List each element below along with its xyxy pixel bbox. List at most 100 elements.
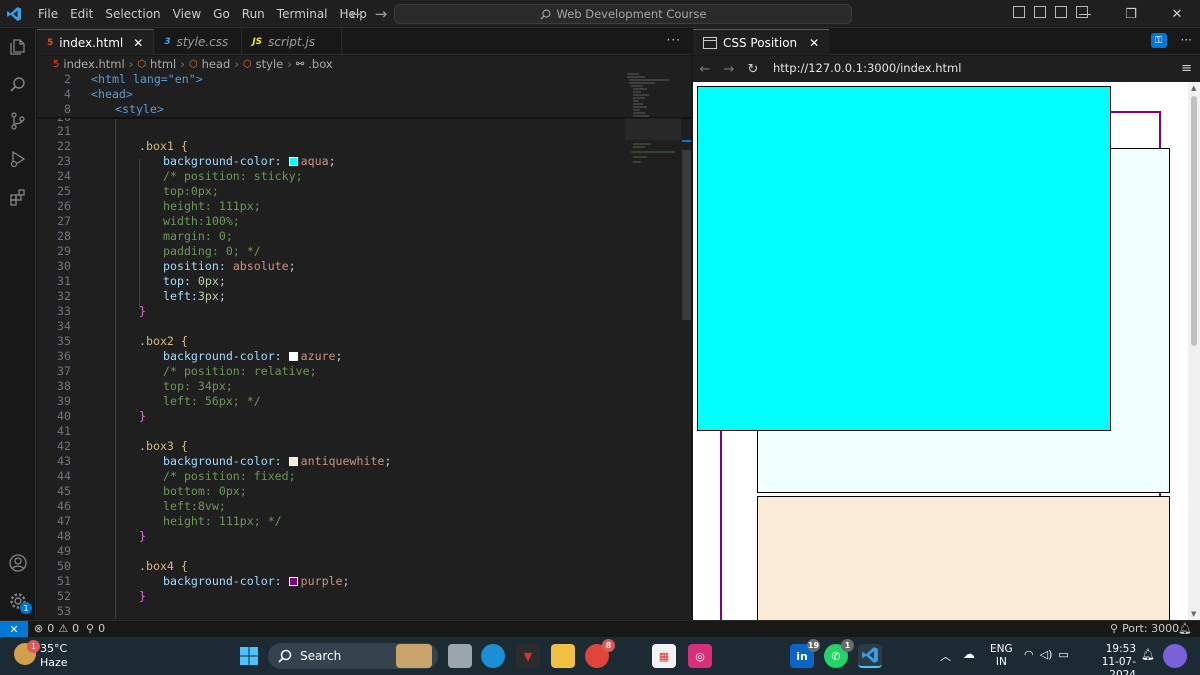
system-tray[interactable]: ◠ ◁) ▭ [1024,648,1069,661]
code-line[interactable]: 39 left: 56px; */ [37,394,637,409]
code-line[interactable]: 53 [37,604,637,619]
scroll-up-icon[interactable]: ▲ [1191,84,1196,92]
code-line[interactable]: 45 bottom: 0px; [37,484,637,499]
taskbar-search[interactable]: Search [268,643,438,669]
breadcrumb-item[interactable]: head [202,57,231,71]
source-control-icon[interactable] [6,109,30,133]
search-view-icon[interactable] [6,73,30,97]
preview-viewport[interactable] [693,82,1188,620]
live-server-port[interactable]: ⚲ Port: 3000 [1110,622,1179,635]
code-line[interactable]: 27 width:100%; [37,214,637,229]
color-swatch-antiquewhite[interactable] [288,457,298,466]
code-line[interactable]: 22 .box1 { [37,139,637,154]
code-line[interactable]: 33} [37,304,637,319]
code-line[interactable]: 42 .box3 { [37,439,637,454]
code-line[interactable]: 31 top: 0px; [37,274,637,289]
run-debug-icon[interactable] [6,147,30,171]
toggle-primary-sidebar-icon[interactable] [1013,6,1025,18]
forward-arrow-icon[interactable]: → [717,62,741,77]
minimize-button[interactable]: — [1062,0,1108,28]
extensions-icon[interactable] [6,185,30,209]
code-line[interactable]: 41 [37,424,637,439]
code-line[interactable]: 20 [37,118,637,122]
code-line[interactable]: 48} [37,529,637,544]
accounts-icon[interactable] [6,551,30,575]
menu-terminal[interactable]: Terminal [271,0,334,28]
code-line[interactable]: 30 position: absolute; [37,259,637,274]
instagram-icon[interactable]: ◎ [688,644,712,668]
code-line[interactable]: 46 left:8vw; [37,499,637,514]
tab-index-html[interactable]: 5 index.html ✕ [37,29,155,55]
manage-gear-icon[interactable]: 1 [6,589,32,614]
sticky-line[interactable]: 2 <html lang="en"> [37,72,637,87]
code-line[interactable]: 52} [37,589,637,604]
code-line[interactable]: 23 background-color: aqua; [37,154,637,169]
language-indicator[interactable]: ENG IN [990,643,1013,669]
code-line[interactable]: 29 padding: 0; */ [37,244,637,259]
tab-css-position[interactable]: CSS Position ✕ [693,29,830,55]
chevron-up-icon[interactable]: ︿ [940,648,951,664]
linkedin-icon[interactable]: in 19 [790,639,820,668]
code-line[interactable]: 35 .box2 { [37,334,637,349]
code-line[interactable]: 37/* position: relative; [37,364,637,379]
code-editor[interactable]: 2<html lang="en"> 4<head> 8<style> 20 21… [37,72,691,620]
menu-edit[interactable]: Edit [64,0,99,28]
weather-widget[interactable]: 35°C Haze [40,642,68,670]
command-center-search[interactable]: Web Development Course [394,4,852,24]
color-swatch-azure[interactable] [288,352,298,361]
sticky-line[interactable]: 8 <style> [37,102,637,117]
menu-go[interactable]: Go [207,0,236,28]
breadcrumb-item[interactable]: html [150,57,176,71]
color-swatch-aqua[interactable] [288,157,298,166]
close-tab-icon[interactable]: ✕ [809,36,819,50]
sticky-line[interactable]: 4 <head> [37,87,637,102]
chrome-browser-icon[interactable]: 8 [585,639,615,668]
code-line[interactable]: 25 top:0px; [37,184,637,199]
network-off-icon[interactable]: ☁︎ [963,647,975,661]
code-line[interactable]: 36 background-color: azure; [37,349,637,364]
problems-indicator[interactable]: ⊗ 0 ⚠ 0 [34,622,79,635]
tab-script-js[interactable]: JS script.js [242,29,343,55]
more-actions-icon[interactable]: ··· [1181,33,1192,48]
preview-scrollbar-thumb[interactable] [1191,96,1197,346]
url-input[interactable]: http://127.0.0.1:3000/index.html [773,61,961,75]
restore-button[interactable]: ❐ [1108,0,1154,28]
vscode-taskbar-icon[interactable] [858,644,882,668]
minimap[interactable] [625,72,681,182]
more-actions-icon[interactable]: ··· [667,33,681,47]
forward-arrow-icon[interactable]: → [375,5,388,23]
code-line[interactable]: 34 [37,319,637,334]
code-line[interactable]: 26 height: 111px; [37,199,637,214]
notifications-bell-icon[interactable]: 🔔︎ [1141,648,1155,661]
clock[interactable]: 19:53 11-07-2024 [1086,643,1136,675]
close-tab-icon[interactable]: ✕ [133,36,143,50]
breadcrumb-item[interactable]: style [256,57,284,71]
explorer-icon[interactable] [6,35,30,59]
notifications-bell-icon[interactable]: 🔔︎ [1178,622,1192,635]
reload-icon[interactable]: ↻ [741,62,765,77]
remote-indicator-icon[interactable]: ✕ [0,621,28,638]
menu-icon[interactable]: ≡ [1181,61,1192,76]
whatsapp-icon[interactable]: ✆ 1 [824,639,854,668]
menu-run[interactable]: Run [236,0,271,28]
code-line[interactable]: 49 [37,544,637,559]
file-explorer-icon[interactable] [551,644,575,668]
breadcrumb-item[interactable]: index.html [63,57,124,71]
menu-file[interactable]: File [32,0,64,28]
code-line[interactable]: 40} [37,409,637,424]
game-app-icon[interactable]: ▼ [516,644,540,668]
breadcrumb-item[interactable]: .box [308,57,332,71]
menu-selection[interactable]: Selection [99,0,166,28]
preview-scrollbar[interactable]: ▲ ▼ [1188,82,1200,620]
code-line[interactable]: 28 margin: 0; [37,229,637,244]
code-line[interactable]: 50 .box4 { [37,559,637,574]
code-line[interactable]: 32 left:3px; [37,289,637,304]
edge-browser-icon[interactable] [481,644,505,668]
code-line[interactable]: 24/* position: sticky; [37,169,637,184]
code-line[interactable]: 38 top: 34px; [37,379,637,394]
tab-style-css[interactable]: 3 style.css [154,29,243,55]
color-swatch-purple[interactable] [288,577,298,586]
code-line[interactable]: 21 [37,124,637,139]
microsoft-store-icon[interactable]: ▦ [652,644,676,668]
ports-indicator[interactable]: ⚲ 0 [86,622,105,635]
